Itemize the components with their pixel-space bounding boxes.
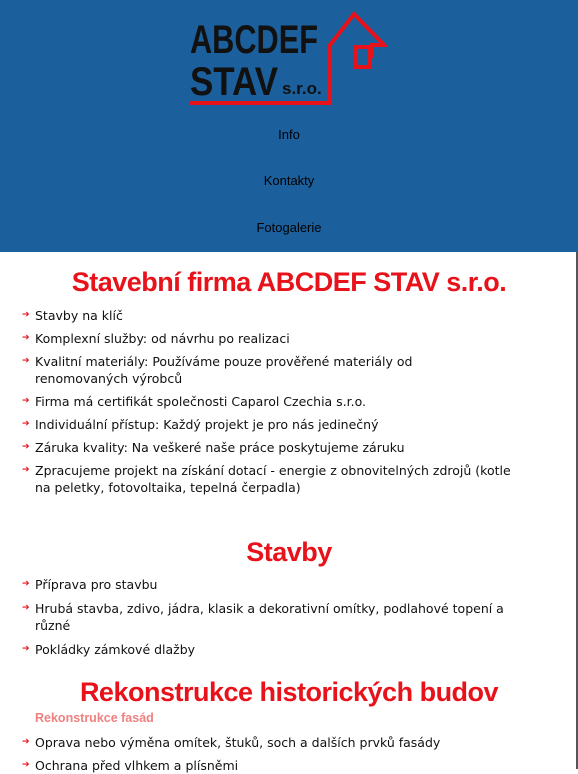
section-title-rekonstrukce: Rekonstrukce historických budov	[79, 677, 499, 707]
list-item: ➔ Příprava pro stavbu	[22, 577, 158, 592]
list-item: ➔ Firma má certifikát společnosti Caparo…	[22, 394, 367, 409]
arrow-bullet-icon: ➔	[22, 333, 30, 343]
list-item: ➔ Kvalitní materiály: Používáme pouze pr…	[22, 354, 413, 386]
list-item: ➔ Hrubá stavba, zdivo, jádra, klasik a d…	[22, 601, 504, 633]
arrow-bullet-icon: ➔	[22, 356, 30, 366]
arrow-bullet-icon: ➔	[22, 310, 30, 320]
list-item: ➔ Komplexní služby: od návrhu po realiza…	[22, 331, 290, 346]
list-item: ➔ Oprava nebo výměna omítek, štuků, soch…	[22, 735, 441, 750]
list-item: ➔ Zpracujeme projekt na získání dotací -…	[22, 463, 511, 495]
list-item: ➔ Stavby na klíč	[22, 308, 123, 323]
arrow-bullet-icon: ➔	[22, 396, 30, 406]
nav-kontakty[interactable]: Kontakty	[0, 173, 578, 188]
arrow-bullet-icon: ➔	[22, 579, 30, 589]
logo-suffix: s.r.o.	[282, 79, 322, 98]
logo-line2: STAV	[190, 60, 278, 104]
stavby-list: ➔ Příprava pro stavbu ➔ Hrubá stavba, zd…	[22, 576, 542, 658]
list-item: ➔ Pokládky zámkové dlažby	[22, 642, 196, 657]
arrow-bullet-icon: ➔	[22, 603, 30, 613]
section-title-stavby: Stavby	[246, 537, 332, 567]
arrow-bullet-icon: ➔	[22, 419, 30, 429]
logo-line1: ABCDEF	[190, 18, 318, 62]
arrow-bullet-icon: ➔	[22, 442, 30, 452]
arrow-bullet-icon: ➔	[22, 737, 30, 747]
list-item: ➔ Ochrana před vlhkem a plísněmi	[22, 758, 239, 773]
logo-house-icon: ABCDEF STAV s.r.o.	[190, 10, 388, 105]
company-logo[interactable]: ABCDEF STAV s.r.o.	[188, 10, 388, 108]
features-list: ➔ Stavby na klíč ➔ Komplexní služby: od …	[22, 307, 542, 496]
list-item: ➔ Záruka kvality: Na veškeré naše práce …	[22, 440, 405, 455]
rekonstrukce-list: ➔ Oprava nebo výměna omítek, štuků, soch…	[22, 734, 542, 774]
main-content: Stavební firma ABCDEF STAV s.r.o. ➔ Stav…	[0, 252, 578, 773]
nav-info[interactable]: Info	[0, 127, 578, 142]
subsection-title-fasady: Rekonstrukce fasád	[35, 711, 154, 725]
page-title: Stavební firma ABCDEF STAV s.r.o.	[71, 267, 507, 297]
arrow-bullet-icon: ➔	[22, 760, 30, 770]
arrow-bullet-icon: ➔	[22, 465, 30, 475]
arrow-bullet-icon: ➔	[22, 644, 30, 654]
nav-fotogalerie[interactable]: Fotogalerie	[0, 220, 578, 235]
site-header: ABCDEF STAV s.r.o. Info Kontakty Fotogal…	[0, 0, 578, 252]
list-item: ➔ Individuální přístup: Každý projekt je…	[22, 417, 379, 432]
